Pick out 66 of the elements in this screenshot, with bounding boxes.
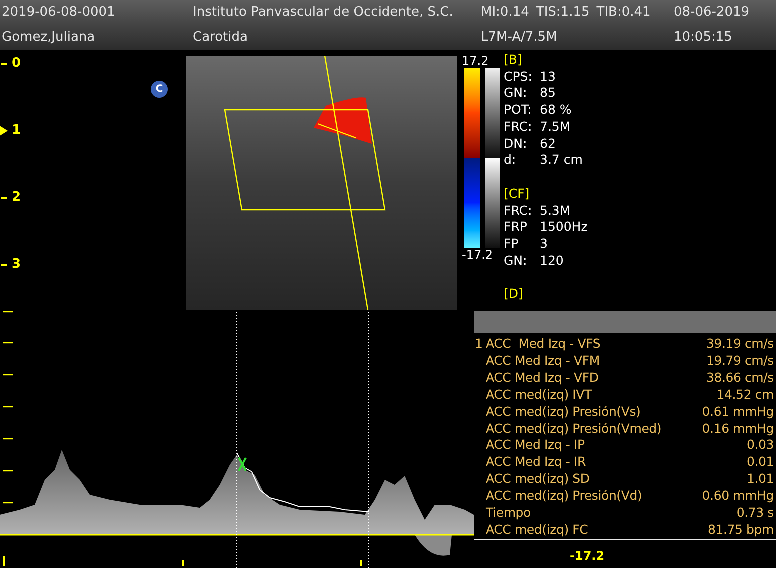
exam-type: Carotida [193,28,249,47]
param-label: FRC: [504,118,534,136]
param-value: 68 % [540,102,572,119]
param-label: FRP [504,219,528,236]
measurement-index: 1 [475,336,483,351]
param-label: GN: [504,85,528,102]
param-label: FRC: [504,202,534,220]
exam-time: 10:05:15 [674,28,734,47]
acoustic-index: TIB:0.41 [596,4,651,22]
depth-label: 2 [12,189,22,207]
param-label: d: [504,152,518,169]
patient-name: Gomez,Juliana [2,28,96,47]
param-label: POT: [504,102,533,119]
scale-min-label: -17.2 [462,248,494,262]
measurement-label: ACC med(izq) IVT [486,386,592,404]
param-value: 7.5M [540,118,571,136]
param-value: 3.7 cm [540,152,583,169]
measurement-label: ACC Med Izq - VFD [486,370,599,387]
depth-label: 1 [12,122,22,140]
measurement-label: ACC Med Izq - VFM [486,352,600,370]
measurement-label: ACC med(izq) Presión(Vs) [486,404,641,421]
param-value: 5.3M [540,202,571,220]
measurement-label: ACC med(izq) Presión(Vmed) [486,420,662,438]
measurement-value: 0.60 mmHg [702,488,774,506]
param-label: FP [504,236,520,253]
param-value: 62 [540,136,556,152]
measurement-value: 39.19 cm/s [706,336,774,353]
depth-label: 3 [12,256,22,274]
measurement-value: 19.79 cm/s [706,352,774,370]
measurement-value: 81.75 bpm [708,522,774,539]
section-heading: [CF] [504,186,531,203]
section-heading: [B] [504,52,524,69]
param-label: GN: [504,252,528,270]
measurement-label: ACC Med Izq - IR [486,454,586,472]
param-label: CPS: [504,68,534,86]
acoustic-index: TIS:1.15 [536,4,590,22]
spectrum-min-label: -17.2 [570,548,605,565]
measurement-label: Tiempo [486,505,531,522]
param-value: 85 [540,85,556,102]
measurement-value: 14.52 cm [716,386,774,404]
study-id: 2019-06-08-0001 [2,4,116,22]
acoustic-index: MI:0.14 [481,4,530,22]
measurement-value: 0.03 [746,437,774,454]
measurement-value: 0.61 mmHg [702,404,774,421]
exam-date: 08-06-2019 [674,4,751,22]
scale-max-label: 17.2 [462,54,489,68]
measurement-value: 0.16 mmHg [702,420,774,438]
measurement-label: ACC med(izq) SD [486,471,590,488]
mode-badge: C [151,81,168,98]
measurement-value: 0.01 [746,454,774,472]
param-value: 3 [540,236,548,253]
measurement-value: 38.66 cm/s [706,370,774,387]
section-heading: [D] [504,286,524,304]
measurement-label: ACC med(izq) FC [486,522,588,539]
measurement-label: ACC med(izq) Presión(Vd) [486,488,642,506]
measurement-value: 0.73 s [736,505,774,522]
param-value: 13 [540,68,556,86]
measurement-label: ACC Med Izq - IP [486,437,585,454]
param-label: DN: [504,136,528,152]
probe-info: L7M-A/7.5M [481,28,558,47]
param-value: 120 [540,252,564,270]
param-value: 1500Hz [540,219,588,236]
measurement-value: 1.01 [746,471,774,488]
measurement-label: ACC Med Izq - VFS [486,336,601,353]
depth-label: 0 [12,55,22,73]
institution-name: Instituto Panvascular de Occidente, S.C. [193,4,454,22]
